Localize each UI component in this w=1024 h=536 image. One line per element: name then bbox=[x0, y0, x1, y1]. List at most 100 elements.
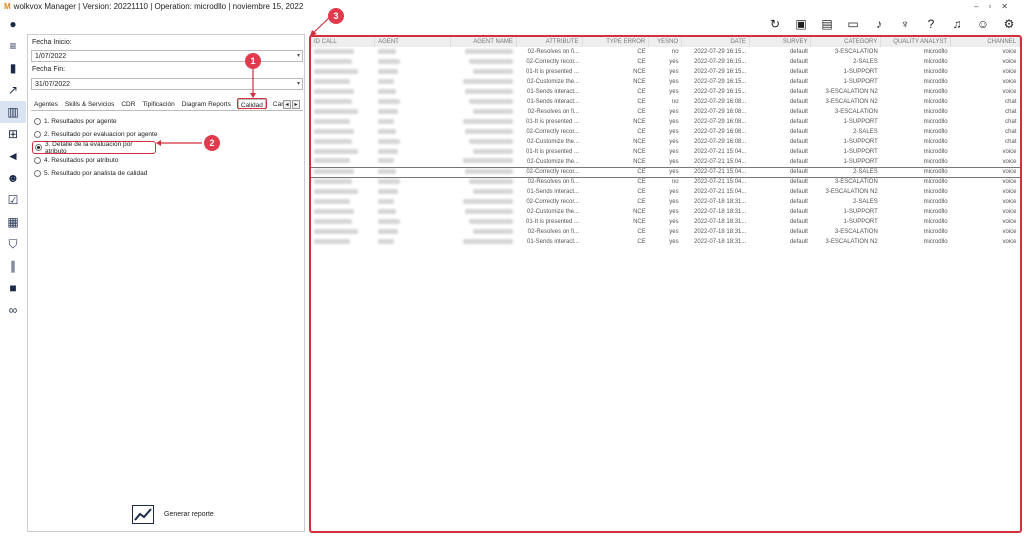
table-row[interactable]: 02-Correctly recor... CE yes 2022-07-29 16:… bbox=[311, 57, 1020, 67]
table-cell bbox=[311, 217, 375, 227]
redacted-value bbox=[377, 108, 398, 114]
column-header[interactable]: CHANNEL bbox=[950, 37, 1020, 47]
table-row[interactable]: 02-Correctly recor... CE yes 2022-07-21 15:… bbox=[311, 166, 1020, 178]
table-row[interactable]: 02-Customize the... NCE yes 2022-07-18 18:3… bbox=[311, 207, 1020, 217]
column-header[interactable]: ID CALL bbox=[311, 37, 376, 47]
table-cell: yes bbox=[648, 166, 682, 178]
table-cell: yes bbox=[669, 199, 679, 205]
table-row[interactable]: 01-It is presented ... NCE yes 2022-07-18 1… bbox=[311, 217, 1020, 227]
table-row[interactable]: 02-Correctly recor... CE yes 2022-07-18 18:… bbox=[311, 197, 1020, 207]
table-cell bbox=[311, 197, 375, 207]
table-cell bbox=[311, 177, 375, 187]
table-cell: voice bbox=[1002, 229, 1017, 235]
table-cell bbox=[375, 107, 451, 117]
table-row[interactable]: 02-Resolves on fi... CE yes 2022-07-18 18:3… bbox=[311, 227, 1020, 237]
table-cell: 2022-07-29 16:15... bbox=[694, 89, 747, 95]
table-row[interactable]: 01-It is presented ... NCE yes 2022-07-21 1… bbox=[311, 147, 1020, 157]
table-cell: default bbox=[789, 239, 808, 245]
table-row[interactable]: 01-Sends interact... CE no 2022-07-29 16:08… bbox=[311, 97, 1020, 107]
table-cell: microdllo bbox=[923, 219, 948, 225]
table-cell: CE bbox=[582, 166, 649, 178]
callout-2: 2 bbox=[204, 135, 220, 151]
redacted-value bbox=[314, 228, 358, 234]
table-cell: chat bbox=[1005, 109, 1017, 115]
table-cell: default bbox=[789, 69, 808, 75]
redacted-value bbox=[463, 158, 514, 164]
table-row[interactable]: 02-Resolves on fi... CE no 2022-07-21 15:04… bbox=[311, 177, 1020, 187]
redacted-value bbox=[377, 208, 396, 214]
redacted-value bbox=[473, 148, 514, 154]
redacted-value bbox=[469, 98, 514, 104]
redacted-value bbox=[314, 158, 350, 164]
table-cell: 01-Sends interact... bbox=[527, 239, 580, 245]
table-row[interactable]: 02-Correctly recor... CE yes 2022-07-29 16:… bbox=[311, 127, 1020, 137]
table-cell: NCE bbox=[633, 119, 646, 125]
table-row[interactable]: 01-It is presented ... NCE yes 2022-07-29 1… bbox=[311, 67, 1020, 77]
column-header[interactable]: TYPE ERROR bbox=[582, 37, 650, 47]
table-row[interactable]: 01-Sends interact... CE yes 2022-07-29 16:1… bbox=[311, 87, 1020, 97]
redacted-value bbox=[473, 188, 514, 194]
redacted-value bbox=[469, 178, 514, 184]
table-cell: CE bbox=[637, 179, 646, 186]
column-header[interactable]: AGENT NAME bbox=[450, 37, 517, 47]
table-cell bbox=[375, 227, 451, 237]
table-cell: default bbox=[789, 179, 808, 186]
column-header[interactable]: DATE bbox=[681, 37, 750, 47]
table-cell: 3-ESCALATION N2 bbox=[825, 99, 878, 105]
redacted-value bbox=[377, 128, 396, 134]
table-cell: microdllo bbox=[923, 119, 948, 125]
table-cell: 2022-07-29 16:15... bbox=[694, 69, 747, 75]
column-header[interactable]: QUALITY ANALYST bbox=[880, 37, 952, 47]
table-cell bbox=[451, 97, 517, 107]
table-cell: 1-SUPPORT bbox=[843, 149, 878, 155]
table-cell: chat bbox=[1005, 119, 1017, 125]
table-cell: yes bbox=[669, 109, 679, 115]
table-cell bbox=[375, 67, 451, 77]
table-row[interactable]: 02-Customize the... NCE yes 2022-07-29 16:0… bbox=[311, 137, 1020, 147]
table-row[interactable]: 02-Resolves on fi... CE yes 2022-07-29 16:0… bbox=[311, 107, 1020, 117]
table-cell: 1-SUPPORT bbox=[843, 69, 878, 75]
table-cell bbox=[375, 127, 451, 137]
table-cell: NCE bbox=[633, 219, 646, 225]
column-header[interactable]: AGENT bbox=[374, 37, 452, 47]
table-cell bbox=[311, 107, 375, 117]
column-header[interactable]: YESNO bbox=[648, 37, 683, 47]
table-cell: 2022-07-18 18:31... bbox=[694, 209, 747, 215]
callout-1: 1 bbox=[245, 53, 261, 69]
table-cell: 2-SALES bbox=[853, 59, 878, 65]
table-cell: chat bbox=[1005, 99, 1017, 105]
table-cell bbox=[451, 197, 517, 207]
table-cell: default bbox=[789, 199, 808, 205]
table-row[interactable]: 02-Resolves on fi... CE no 2022-07-29 16:15… bbox=[311, 47, 1020, 57]
redacted-value bbox=[314, 138, 352, 144]
table-cell: 2-SALES bbox=[853, 129, 878, 135]
table-row[interactable]: 01-It is presented ... NCE yes 2022-07-29 1… bbox=[311, 117, 1020, 127]
table-cell: 02-Resolves on fi... bbox=[527, 179, 580, 186]
column-header[interactable]: ATTRIBUTE bbox=[516, 37, 583, 47]
column-header[interactable]: CATEGORY bbox=[810, 37, 882, 47]
table-cell: 1-SUPPORT bbox=[843, 119, 878, 125]
redacted-value bbox=[377, 78, 394, 84]
table-cell: CE bbox=[637, 99, 646, 105]
table-row[interactable]: 01-Sends interact... CE yes 2022-07-18 18:3… bbox=[311, 237, 1020, 247]
table-cell: default bbox=[789, 158, 808, 165]
table-cell: voice bbox=[1002, 179, 1017, 186]
table-cell: yes bbox=[669, 59, 679, 65]
table-cell: microdllo bbox=[923, 139, 948, 145]
redacted-value bbox=[377, 48, 396, 54]
table-cell: voice bbox=[1002, 79, 1017, 85]
table-cell: 01-Sends interact... bbox=[527, 89, 580, 95]
table-row[interactable]: 02-Customize the... NCE yes 2022-07-29 16:1… bbox=[311, 77, 1020, 87]
table-cell: 2022-07-21 15:04... bbox=[694, 189, 747, 195]
table-cell bbox=[451, 47, 517, 57]
redacted-value bbox=[314, 128, 354, 134]
table-cell: yes bbox=[669, 69, 679, 75]
redacted-value bbox=[377, 88, 396, 94]
table-cell: yes bbox=[669, 158, 679, 165]
table-row[interactable]: 02-Customize the... NCE yes 2022-07-21 15:0… bbox=[311, 157, 1020, 167]
column-header[interactable]: SURVEY bbox=[749, 37, 812, 47]
table-cell bbox=[311, 77, 375, 87]
redacted-value bbox=[377, 168, 396, 174]
table-row[interactable]: 01-Sends interact... CE yes 2022-07-21 15:0… bbox=[311, 187, 1020, 197]
table-cell bbox=[311, 166, 375, 178]
